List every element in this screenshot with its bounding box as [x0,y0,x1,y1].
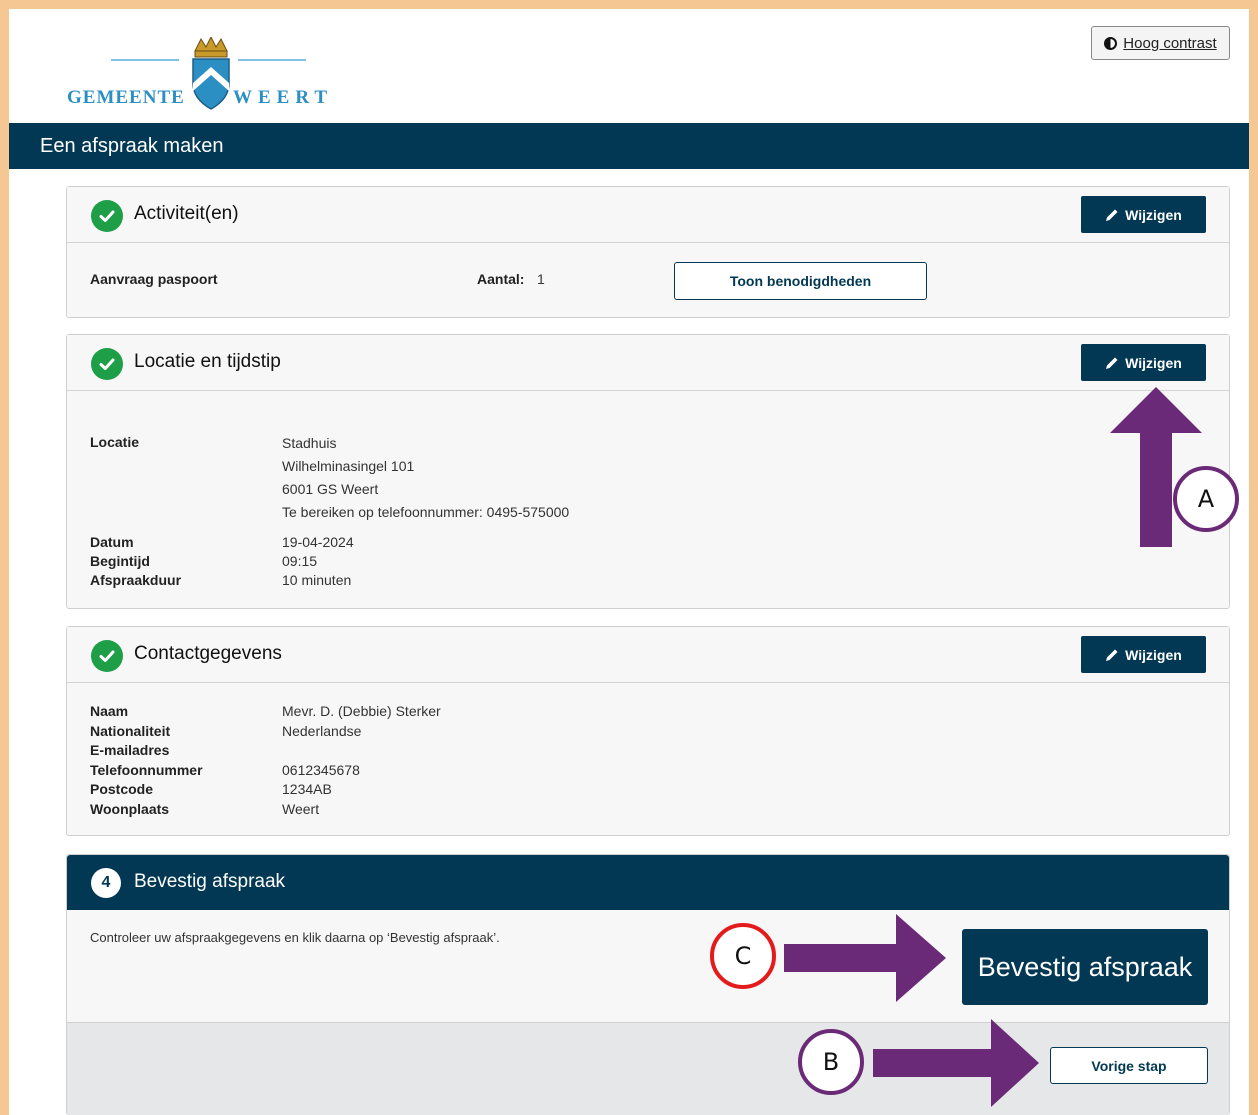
start-time-value: 09:15 [282,553,318,569]
previous-step-label: Vorige stap [1091,1057,1167,1074]
duration-value: 10 minuten [282,572,352,588]
logo-line [111,59,179,61]
edit-contact-button[interactable]: Wijzigen [1081,636,1206,673]
pencil-icon [1106,357,1118,369]
previous-step-button[interactable]: Vorige stap [1050,1047,1208,1084]
annotation-circle-a: A [1173,466,1239,532]
date-label: Datum [90,534,134,550]
contact-field-value: 1234AB [282,781,332,797]
address-line: Te bereiken op telefoonnummer: 0495-5750… [282,504,570,520]
activity-name: Aanvraag paspoort [90,271,218,287]
edit-activities-button[interactable]: Wijzigen [1081,196,1206,233]
high-contrast-label: Hoog contrast [1123,34,1217,52]
annotation-label-a: A [1197,485,1215,513]
annotation-label-b: B [822,1048,840,1076]
page-title: Een afspraak maken [40,134,224,157]
contact-field-label: Telefoonnummer [90,762,203,778]
page: GEMEENTE WEERT Hoog contrast Een afspraa… [9,9,1249,1115]
contact-title: Contactgegevens [134,643,282,664]
logo-text-weert: WEERT [233,87,334,108]
panel-footer: Vorige stap [67,1022,1229,1115]
edit-label: Wijzigen [1125,206,1182,223]
show-requirements-label: Toon benodigdheden [729,273,872,289]
activities-title: Activiteit(en) [134,203,239,224]
logo-text-gemeente: GEMEENTE [67,87,185,108]
start-time-label: Begintijd [90,553,150,569]
annotation-label-c: C [734,942,752,970]
page-title-bar: Een afspraak maken [9,123,1249,169]
location-panel: Locatie en tijdstip Wijzigen Locatie Sta… [66,334,1230,609]
confirm-panel: 4 Bevestig afspraak Controleer uw afspra… [66,854,1230,1115]
contact-field-label: Postcode [90,781,154,797]
show-requirements-button[interactable]: Toon benodigdheden [674,262,927,300]
contact-field-label: Nationaliteit [90,723,171,739]
contact-panel-header: Contactgegevens Wijzigen [67,627,1229,683]
edit-label: Wijzigen [1125,646,1182,663]
duration-label: Afspraakduur [90,572,182,588]
confirm-appointment-label: Bevestig afspraak [977,951,1193,982]
contact-field-value: 0612345678 [282,762,360,778]
confirm-panel-header: 4 Bevestig afspraak [67,855,1229,910]
contact-field-value: Mevr. D. (Debbie) Sterker [282,703,441,719]
contact-field-label: Naam [90,703,129,719]
confirm-appointment-button[interactable]: Bevestig afspraak [962,929,1208,1005]
pencil-icon [1106,649,1118,661]
confirm-title: Bevestig afspraak [134,871,286,892]
edit-label: Wijzigen [1125,354,1182,371]
contact-field-label: Woonplaats [90,801,170,817]
check-icon [91,200,123,232]
date-value: 19-04-2024 [282,534,354,550]
address-line: 6001 GS Weert [282,481,379,497]
logo-line [238,59,306,61]
activities-panel: Activiteit(en) Wijzigen Aanvraag paspoor… [66,186,1230,318]
quantity-value: 1 [537,271,545,287]
annotation-circle-c: C [710,923,776,989]
contrast-icon [1104,36,1118,50]
quantity-label: Aantal: [477,271,525,287]
location-title: Locatie en tijdstip [134,351,281,372]
contact-panel: Contactgegevens Wijzigen Naam Mevr. D. (… [66,626,1230,836]
pencil-icon [1106,209,1118,221]
annotation-arrow-right-b [873,1019,1039,1107]
address-line: Stadhuis [282,435,337,451]
contact-field-value: Nederlandse [282,723,362,739]
annotation-arrow-right-c [784,914,946,1002]
step-number: 4 [91,868,121,898]
annotation-circle-b: B [798,1029,864,1095]
confirm-instruction: Controleer uw afspraakgegevens en klik d… [90,930,500,945]
address-line: Wilhelminasingel 101 [282,458,415,474]
high-contrast-button[interactable]: Hoog contrast [1091,26,1230,60]
edit-location-button[interactable]: Wijzigen [1081,344,1206,381]
activities-panel-header: Activiteit(en) Wijzigen [67,187,1229,243]
location-panel-header: Locatie en tijdstip Wijzigen [67,335,1229,391]
location-label: Locatie [90,434,140,450]
gemeente-weert-logo[interactable]: GEMEENTE WEERT [67,37,357,117]
contact-field-label: E-mailadres [90,742,170,758]
contact-field-value: Weert [282,801,320,817]
check-icon [91,640,123,672]
check-icon [91,348,123,380]
crest-icon [192,37,230,110]
